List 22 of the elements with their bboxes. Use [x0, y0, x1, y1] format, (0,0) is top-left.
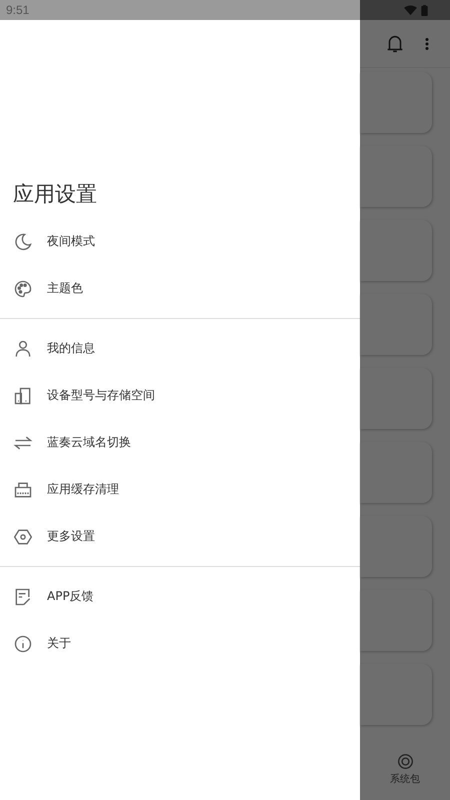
drawer-title: 应用设置	[12, 181, 98, 208]
menu-item[interactable]: 应用缓存清理	[0, 466, 360, 513]
status-time: 9:51	[6, 3, 30, 17]
menu-item[interactable]: 设备型号与存储空间	[0, 372, 360, 419]
moon-icon	[13, 232, 33, 252]
menu-item[interactable]: 我的信息	[0, 325, 360, 372]
palette-icon	[13, 278, 33, 298]
menu-item[interactable]: 关于	[0, 620, 360, 667]
feedback-icon	[13, 586, 33, 606]
menu-item[interactable]: 蓝奏云域名切换	[0, 419, 360, 466]
person-icon	[13, 338, 33, 358]
basket-icon	[13, 480, 33, 500]
package-icon	[396, 752, 414, 770]
wifi-icon	[404, 4, 417, 16]
menu-item[interactable]: APP反馈	[0, 573, 360, 620]
info-icon	[13, 634, 33, 654]
menu-item[interactable]: 更多设置	[0, 513, 360, 560]
device-icon	[13, 386, 33, 406]
hexagon-icon	[13, 526, 33, 546]
battery-icon	[421, 4, 428, 16]
menu-item[interactable]: 夜间模式	[0, 218, 360, 265]
menu-item[interactable]: 主题色	[0, 265, 360, 312]
